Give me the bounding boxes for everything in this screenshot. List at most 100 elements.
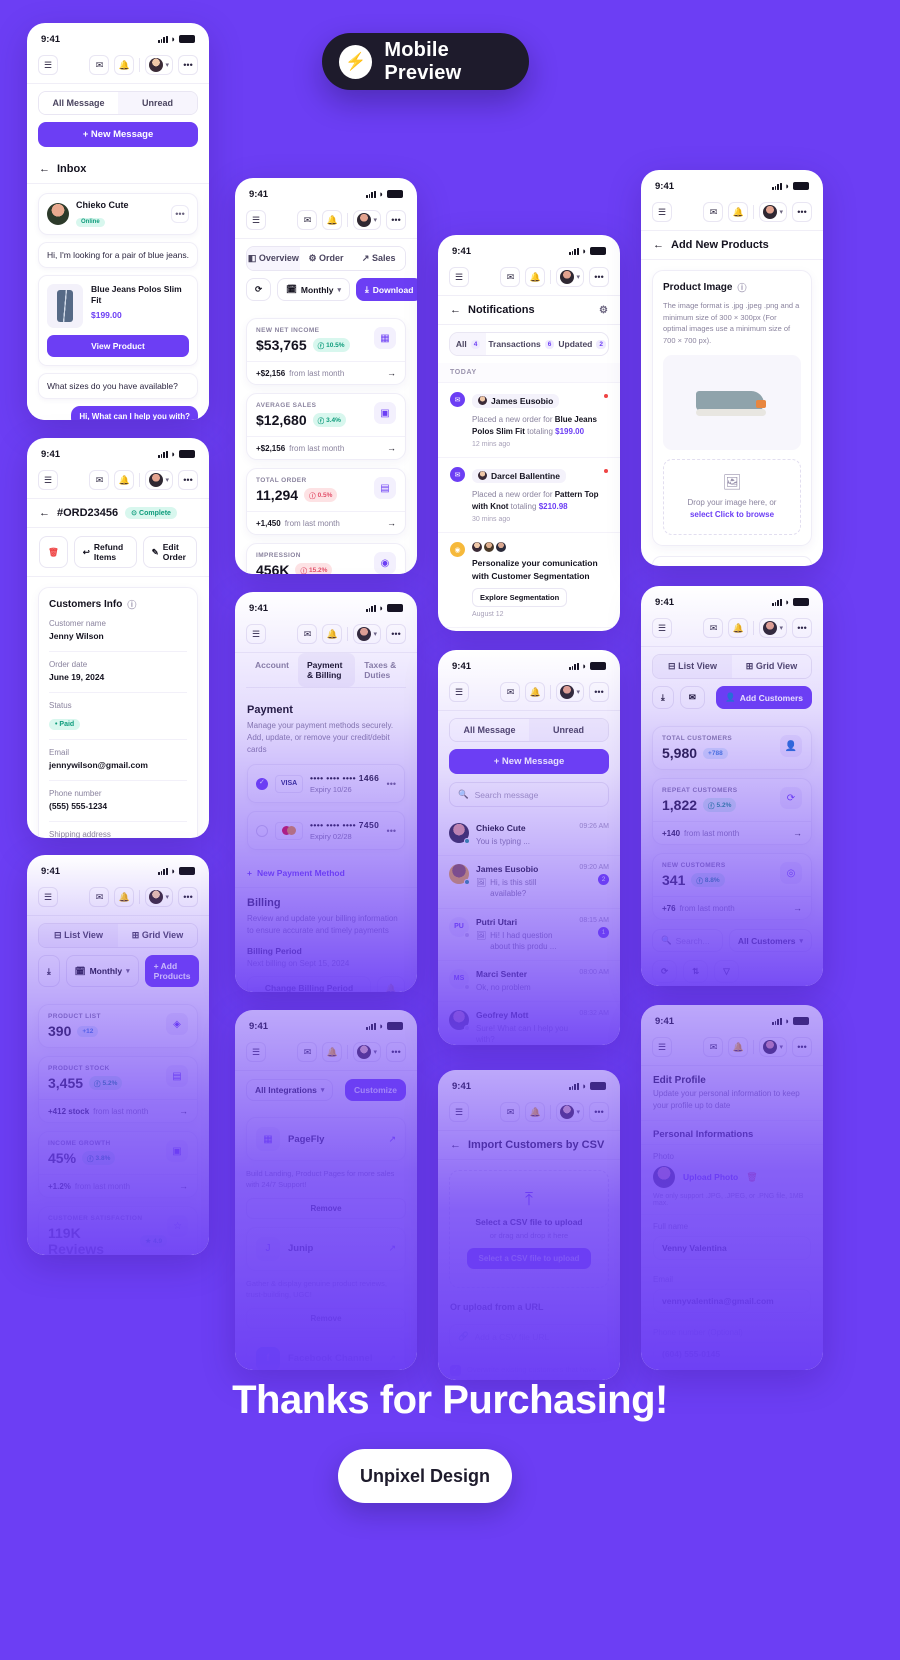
- menu-icon[interactable]: ☰: [38, 887, 58, 907]
- more-icon[interactable]: •••: [386, 1042, 406, 1062]
- arrow-right-icon[interactable]: →: [387, 443, 396, 453]
- more-icon[interactable]: •••: [178, 470, 198, 490]
- tab-updated[interactable]: Updated 2: [556, 333, 608, 355]
- tab-grid-view[interactable]: ⊞ Grid View: [732, 655, 811, 678]
- bell-icon[interactable]: 🔔: [114, 470, 135, 490]
- bell-icon[interactable]: 🔔: [322, 624, 343, 644]
- notification-row[interactable]: ✉ James Eusobio Placed a new order for B…: [438, 383, 620, 459]
- back-icon[interactable]: ←: [450, 304, 461, 316]
- more-icon[interactable]: •••: [792, 1037, 812, 1057]
- bell-icon[interactable]: 🔔: [322, 1042, 343, 1062]
- bell-icon[interactable]: 🔔: [525, 267, 546, 287]
- mail-icon[interactable]: ✉: [703, 618, 724, 638]
- menu-icon[interactable]: ☰: [246, 210, 266, 230]
- mail-icon[interactable]: ✉: [297, 210, 318, 230]
- back-icon[interactable]: ←: [450, 1139, 461, 1151]
- bell-icon[interactable]: 🔔: [728, 618, 749, 638]
- tab-sales[interactable]: ↗ Sales: [352, 247, 405, 270]
- mail-icon[interactable]: ✉: [297, 624, 318, 644]
- arrow-right-icon[interactable]: →: [793, 903, 802, 913]
- radio-unselected[interactable]: [256, 824, 268, 837]
- view-product-button[interactable]: View Product: [47, 335, 189, 357]
- new-payment-method-button[interactable]: + New Payment Method: [235, 859, 417, 888]
- new-message-button[interactable]: + New Message: [449, 749, 609, 774]
- info-icon[interactable]: ⓘ: [737, 281, 746, 294]
- add-products-button[interactable]: + Add Products: [144, 955, 200, 987]
- add-customers-button[interactable]: 👤 Add Customers: [716, 686, 812, 709]
- checkbox-checked[interactable]: ✓: [450, 1365, 461, 1376]
- refresh-icon[interactable]: ⟳: [652, 960, 678, 983]
- remove-integration-button[interactable]: Remove: [246, 1307, 406, 1329]
- avatar[interactable]: ▾: [353, 624, 381, 644]
- avatar[interactable]: ▾: [556, 267, 584, 287]
- external-link-icon[interactable]: ↗: [388, 1243, 396, 1254]
- select-csv-button[interactable]: Select a CSV file to upload: [466, 1248, 592, 1269]
- bell-icon[interactable]: 🔔: [728, 1037, 749, 1057]
- period-select[interactable]: 🗓 Monthly ▾: [65, 955, 139, 987]
- filter-icon[interactable]: ▽: [714, 960, 739, 983]
- menu-icon[interactable]: ☰: [246, 624, 266, 644]
- integration-item[interactable]: J Junip ↗: [246, 1226, 406, 1271]
- mail-icon[interactable]: ✉: [297, 1042, 318, 1062]
- back-icon[interactable]: ←: [653, 239, 664, 251]
- browse-link[interactable]: select Click to browse: [690, 510, 774, 519]
- download-button[interactable]: ⤓ Download: [356, 278, 417, 301]
- email-input[interactable]: vennyvalentina@gmail.com: [653, 1289, 811, 1313]
- arrow-right-icon[interactable]: →: [387, 368, 396, 378]
- more-icon[interactable]: •••: [171, 205, 189, 223]
- gear-icon[interactable]: ⚙: [599, 305, 608, 316]
- list-item[interactable]: PU Putri Utari 🖼 Hi! I had question about…: [438, 909, 620, 961]
- more-icon[interactable]: •••: [386, 624, 406, 644]
- radio-selected[interactable]: [256, 777, 268, 790]
- tab-payment-billing[interactable]: Payment & Billing: [298, 653, 356, 687]
- tab-grid-view[interactable]: ⊞ Grid View: [118, 924, 197, 947]
- integration-item[interactable]: ▦ PageFly ↗: [246, 1117, 406, 1161]
- notification-row[interactable]: ✉ Darcel Ballentine Placed a new order f…: [438, 458, 620, 534]
- more-icon[interactable]: •••: [387, 779, 396, 789]
- search-input[interactable]: 🔍 Search...: [652, 929, 723, 952]
- tab-all-message[interactable]: All Message: [450, 719, 529, 741]
- download-icon[interactable]: ⤓: [652, 686, 674, 709]
- phone-input[interactable]: (604) 555-0145: [653, 1342, 811, 1366]
- remove-integration-button[interactable]: Remove: [246, 1197, 406, 1219]
- download-icon[interactable]: ⤓: [38, 955, 60, 987]
- csv-dropzone[interactable]: ⤒ Select a CSV file to upload or drag an…: [449, 1170, 609, 1288]
- more-icon[interactable]: •••: [792, 202, 812, 222]
- arrow-right-icon[interactable]: →: [793, 828, 802, 838]
- search-input[interactable]: 🔍 Search message: [449, 782, 609, 807]
- more-icon[interactable]: •••: [387, 826, 396, 836]
- tab-order[interactable]: ⚙ Order: [299, 247, 353, 270]
- bell-icon[interactable]: 🔔: [377, 976, 405, 992]
- more-icon[interactable]: •••: [178, 887, 198, 907]
- list-item[interactable]: James Eusobio 🖼 Hi, is this still availab…: [438, 856, 620, 909]
- menu-icon[interactable]: ☰: [449, 267, 469, 287]
- menu-icon[interactable]: ☰: [38, 470, 58, 490]
- menu-icon[interactable]: ☰: [652, 202, 672, 222]
- avatar[interactable]: ▾: [145, 55, 173, 75]
- avatar[interactable]: ▾: [353, 1042, 381, 1062]
- integration-item[interactable]: f Facebook Channel ↗: [246, 1336, 406, 1370]
- menu-icon[interactable]: ☰: [652, 618, 672, 638]
- mail-icon[interactable]: ✉: [500, 267, 521, 287]
- menu-icon[interactable]: ☰: [449, 682, 469, 702]
- change-billing-period-button[interactable]: Change Billing Period: [247, 976, 371, 992]
- back-icon[interactable]: ←: [39, 507, 50, 519]
- bell-icon[interactable]: 🔔: [114, 55, 135, 75]
- list-item[interactable]: MS Marci Senter Ok, no problem 08:00 AM: [438, 961, 620, 1003]
- list-item[interactable]: Chieko Cute You is typing ... 09:26 AM: [438, 815, 620, 857]
- mail-icon[interactable]: ✉: [500, 682, 521, 702]
- external-link-icon[interactable]: ↗: [388, 1353, 396, 1364]
- tab-all[interactable]: All 4: [450, 333, 487, 355]
- contact-card[interactable]: Chieko Cute Online •••: [38, 193, 198, 235]
- mail-icon[interactable]: ✉: [89, 55, 110, 75]
- list-item[interactable]: Geofrey Mott Sure! What can I help you w…: [438, 1002, 620, 1045]
- tab-all-message[interactable]: All Message: [39, 92, 118, 114]
- period-select[interactable]: 🗓 Monthly ▾: [277, 278, 351, 301]
- arrow-right-icon[interactable]: →: [387, 518, 396, 528]
- refresh-icon[interactable]: ⟳: [246, 278, 272, 301]
- mail-icon[interactable]: ✉: [89, 887, 110, 907]
- explore-segmentation-button[interactable]: Explore Segmentation: [472, 588, 568, 607]
- avatar[interactable]: ▾: [759, 1037, 787, 1057]
- avatar[interactable]: ▾: [556, 1102, 584, 1122]
- more-icon[interactable]: •••: [589, 1102, 609, 1122]
